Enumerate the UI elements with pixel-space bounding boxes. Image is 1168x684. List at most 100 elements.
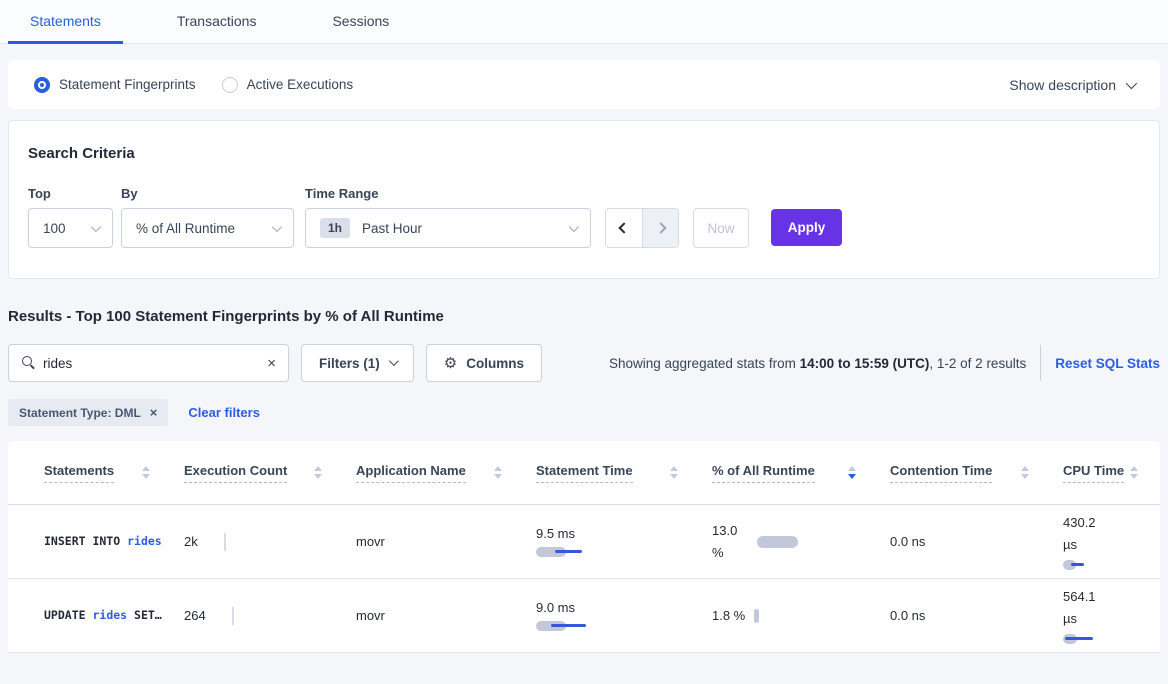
statement-cell[interactable]: INSERT INTO rides bbox=[44, 531, 162, 551]
time-next-button[interactable] bbox=[642, 209, 678, 247]
table-row[interactable]: UPDATE rides SET… 264 movr 9.0 ms 1.8 % … bbox=[8, 579, 1160, 653]
columns-button[interactable]: ⚙ Columns bbox=[426, 344, 542, 382]
statement-time-cell: 9.0 ms bbox=[536, 600, 712, 632]
pct-runtime-cell: 13.0 % bbox=[712, 520, 890, 563]
execution-count-bar bbox=[224, 533, 226, 551]
time-range-value: Past Hour bbox=[362, 221, 422, 236]
filters-button-label: Filters (1) bbox=[319, 356, 380, 371]
radio-selected-icon bbox=[34, 77, 50, 93]
results-heading: Results - Top 100 Statement Fingerprints… bbox=[8, 308, 1160, 325]
statement-search-box: × bbox=[8, 344, 289, 382]
chevron-down-icon bbox=[569, 222, 579, 232]
top-label: Top bbox=[28, 186, 113, 201]
search-input[interactable] bbox=[9, 356, 288, 371]
by-select[interactable]: % of All Runtime bbox=[121, 208, 294, 248]
tab-sessions[interactable]: Sessions bbox=[310, 0, 411, 44]
remove-filter-icon[interactable]: × bbox=[150, 405, 158, 420]
column-header-application-name[interactable]: Application Name bbox=[356, 463, 536, 483]
stats-cluster: Showing aggregated stats from 14:00 to 1… bbox=[609, 345, 1160, 381]
filters-button[interactable]: Filters (1) bbox=[301, 344, 414, 382]
application-name-cell: movr bbox=[356, 534, 536, 549]
statement-time-bar bbox=[536, 620, 596, 632]
top-field: Top 100 bbox=[28, 186, 113, 248]
radio-active-executions-label: Active Executions bbox=[247, 77, 354, 92]
pct-runtime-cell: 1.8 % bbox=[712, 605, 890, 626]
sort-icon-active-desc[interactable] bbox=[848, 466, 856, 479]
time-range-badge: 1h bbox=[320, 218, 350, 238]
execution-count-cell: 264 bbox=[184, 607, 356, 625]
tab-statements[interactable]: Statements bbox=[8, 0, 123, 44]
chevron-left-icon bbox=[618, 222, 629, 233]
clear-search-icon[interactable]: × bbox=[267, 356, 276, 371]
execution-count-bar bbox=[232, 607, 234, 625]
column-header-contention-time[interactable]: Contention Time bbox=[890, 463, 1063, 483]
column-header-pct-runtime[interactable]: % of All Runtime bbox=[712, 463, 890, 483]
sort-icon[interactable] bbox=[1130, 466, 1138, 479]
sort-icon[interactable] bbox=[670, 466, 678, 479]
show-description-label: Show description bbox=[1009, 77, 1116, 93]
pct-runtime-bar bbox=[754, 609, 759, 623]
time-prev-button[interactable] bbox=[606, 209, 642, 247]
column-header-cpu-time[interactable]: CPU Time bbox=[1063, 463, 1150, 483]
time-range-select[interactable]: 1h Past Hour bbox=[305, 208, 591, 248]
search-criteria-card: Search Criteria Top 100 By % of All Runt… bbox=[8, 120, 1160, 279]
sort-icon[interactable] bbox=[1021, 466, 1029, 479]
search-criteria-title: Search Criteria bbox=[28, 145, 1140, 162]
time-range-label: Time Range bbox=[305, 186, 591, 201]
execution-count-cell: 2k bbox=[184, 533, 356, 551]
column-header-statements[interactable]: Statements bbox=[44, 463, 184, 483]
statement-time-bar bbox=[536, 546, 596, 558]
cpu-time-cell: 430.2 µs bbox=[1063, 512, 1115, 571]
search-criteria-controls: Top 100 By % of All Runtime Time Range 1… bbox=[28, 186, 1140, 248]
tab-transactions[interactable]: Transactions bbox=[155, 0, 279, 44]
statement-cell[interactable]: UPDATE rides SET… bbox=[44, 605, 162, 625]
columns-button-label: Columns bbox=[466, 356, 524, 371]
radio-statement-fingerprints-label: Statement Fingerprints bbox=[59, 77, 196, 92]
radio-active-executions[interactable]: Active Executions bbox=[222, 77, 354, 93]
column-header-execution-count[interactable]: Execution Count bbox=[184, 463, 356, 483]
contention-time-cell: 0.0 ns bbox=[890, 608, 1063, 623]
apply-button[interactable]: Apply bbox=[771, 209, 842, 246]
reset-sql-stats-link[interactable]: Reset SQL Stats bbox=[1055, 356, 1160, 371]
table-row[interactable]: INSERT INTO rides 2k movr 9.5 ms 13.0 % … bbox=[8, 505, 1160, 579]
cpu-time-cell: 564.1 µs bbox=[1063, 586, 1115, 645]
application-name-cell: movr bbox=[356, 608, 536, 623]
statement-link[interactable]: rides bbox=[127, 534, 162, 548]
chevron-down-icon bbox=[389, 356, 399, 366]
aggregated-stats-text: Showing aggregated stats from 14:00 to 1… bbox=[609, 356, 1026, 371]
column-header-statement-time[interactable]: Statement Time bbox=[536, 463, 712, 483]
top-select[interactable]: 100 bbox=[28, 208, 113, 248]
chevron-down-icon bbox=[272, 222, 282, 232]
by-select-value: % of All Runtime bbox=[136, 221, 235, 236]
clear-filters-link[interactable]: Clear filters bbox=[188, 405, 260, 420]
view-mode-card: Statement Fingerprints Active Executions… bbox=[8, 60, 1160, 109]
results-toolbar: × Filters (1) ⚙ Columns Showing aggregat… bbox=[8, 344, 1160, 382]
chevron-down-icon bbox=[1126, 77, 1137, 88]
top-select-value: 100 bbox=[43, 221, 66, 236]
now-button[interactable]: Now bbox=[693, 208, 749, 248]
stats-period: 14:00 to 15:59 (UTC) bbox=[800, 356, 930, 371]
filter-chip-row: Statement Type: DML × Clear filters bbox=[8, 399, 1160, 426]
chevron-right-icon bbox=[655, 222, 666, 233]
filter-chip-statement-type: Statement Type: DML × bbox=[8, 399, 168, 426]
by-field: By % of All Runtime bbox=[121, 186, 294, 248]
radio-statement-fingerprints[interactable]: Statement Fingerprints bbox=[34, 77, 196, 93]
vertical-divider bbox=[1040, 345, 1041, 381]
page-tabbar: Statements Transactions Sessions bbox=[0, 0, 1168, 44]
statements-table: Statements Execution Count Application N… bbox=[8, 441, 1160, 653]
cpu-time-bar bbox=[1063, 633, 1109, 645]
cpu-time-bar bbox=[1063, 559, 1109, 571]
show-description-toggle[interactable]: Show description bbox=[1009, 77, 1134, 93]
contention-time-cell: 0.0 ns bbox=[890, 534, 1063, 549]
filter-chip-label: Statement Type: DML bbox=[19, 406, 141, 420]
table-header-row: Statements Execution Count Application N… bbox=[8, 441, 1160, 505]
sort-icon[interactable] bbox=[142, 466, 150, 479]
search-icon bbox=[22, 356, 32, 366]
chevron-down-icon bbox=[91, 222, 101, 232]
pct-runtime-bar bbox=[757, 536, 798, 548]
view-mode-radio-group: Statement Fingerprints Active Executions bbox=[34, 77, 353, 93]
time-nav-group bbox=[605, 208, 679, 248]
sort-icon[interactable] bbox=[494, 466, 502, 479]
sort-icon[interactable] bbox=[314, 466, 322, 479]
statement-link[interactable]: rides bbox=[92, 608, 127, 622]
